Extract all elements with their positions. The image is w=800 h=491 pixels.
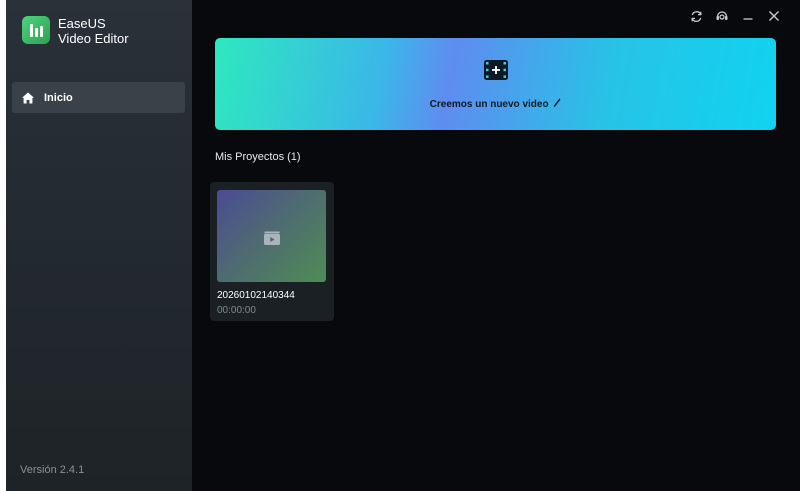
sidebar-item-inicio[interactable]: Inicio bbox=[12, 82, 185, 113]
app-name-line1: EaseUS bbox=[58, 16, 106, 31]
refresh-icon[interactable] bbox=[688, 8, 704, 24]
app-logo: EaseUS Video Editor bbox=[22, 16, 129, 46]
project-thumbnail[interactable] bbox=[217, 190, 326, 282]
sidebar: EaseUS Video Editor Inicio Versión 2.4.1 bbox=[6, 0, 192, 491]
pencil-icon bbox=[554, 98, 561, 108]
film-plus-icon bbox=[484, 60, 508, 80]
home-icon bbox=[21, 91, 35, 105]
project-duration: 00:00:00 bbox=[217, 305, 256, 316]
create-project-banner[interactable]: Creemos un nuevo video bbox=[215, 38, 776, 130]
easeus-logo-icon bbox=[22, 16, 50, 44]
projects-title: Mis Proyectos (1) bbox=[215, 151, 301, 163]
create-project-text: Creemos un nuevo video bbox=[429, 99, 549, 110]
version-label: Versión 2.4.1 bbox=[20, 464, 85, 476]
clapper-play-icon bbox=[264, 231, 280, 245]
window-controls bbox=[688, 8, 782, 24]
project-card[interactable]: 20260102140344 00:00:00 bbox=[210, 182, 334, 321]
sidebar-item-label: Inicio bbox=[44, 91, 73, 104]
project-name: 20260102140344 bbox=[217, 290, 295, 301]
support-icon[interactable] bbox=[714, 8, 730, 24]
app-window: EaseUS Video Editor Inicio Versión 2.4.1 bbox=[6, 0, 800, 491]
create-project-label: Creemos un nuevo video bbox=[215, 98, 776, 110]
app-name-line2: Video Editor bbox=[58, 31, 129, 46]
close-icon[interactable] bbox=[766, 8, 782, 24]
minimize-icon[interactable] bbox=[740, 8, 756, 24]
app-name: EaseUS Video Editor bbox=[58, 16, 129, 46]
